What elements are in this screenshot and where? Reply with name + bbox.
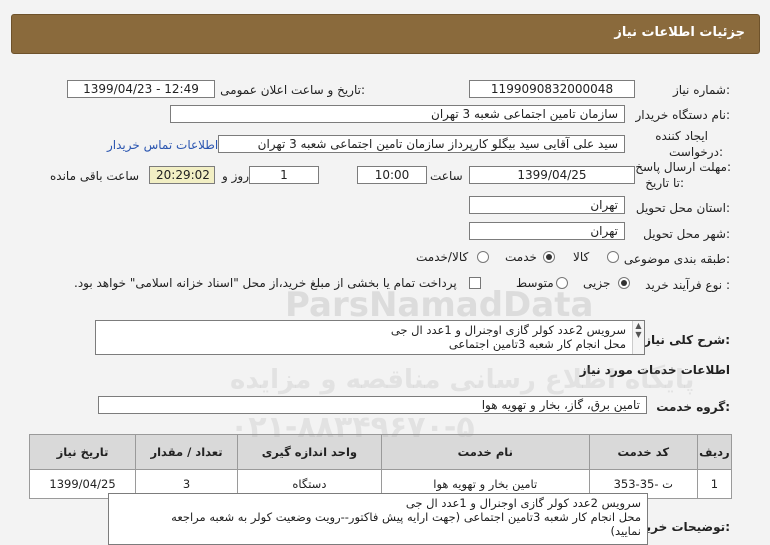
col-unit: واحد اندازه گیری [237, 434, 382, 470]
category-option-goods: کالا [573, 250, 590, 264]
summary-label: شرح کلی نیاز: [644, 333, 730, 347]
scroll-down-icon[interactable]: ▼ [633, 330, 644, 339]
process-option-medium: متوسط [516, 276, 554, 290]
cell-row-number: 1 [696, 469, 733, 499]
announce-date-field[interactable]: 1399/04/23 - 12:49 [67, 80, 215, 98]
deadline-label-line1: مهلت ارسال پاسخ: [635, 160, 731, 174]
process-radio-medium[interactable] [556, 277, 568, 289]
time-remaining-field: 20:29:02 [149, 166, 215, 184]
buyer-notes-line: نمایید) [610, 524, 641, 538]
scroll-up-icon[interactable]: ▲ [633, 321, 644, 330]
service-group-field[interactable]: تامین برق، گاز، بخار و تهویه هوا [98, 396, 647, 414]
summary-line: سرویس 2عدد کولر گازی اوجنرال و 1عدد ال ج… [390, 323, 626, 337]
process-option-minor: جزیی [583, 276, 611, 290]
category-label: طبقه بندی موضوعی: [623, 252, 730, 266]
treasury-payment-note: پرداخت تمام یا بخشی از مبلغ خرید،از محل … [74, 276, 457, 290]
treasury-payment-checkbox[interactable] [469, 277, 481, 289]
deadline-time-field[interactable]: 10:00 [357, 166, 427, 184]
buyer-notes-line: سرویس 2عدد کولر گازی اوجنرال و 1عدد ال ج… [405, 496, 641, 510]
need-number-label: شماره نیاز: [672, 83, 730, 97]
creator-label-line2: درخواست: [669, 145, 723, 159]
process-radio-minor[interactable] [618, 277, 630, 289]
buyer-notes-line: محل انجام کار شعبه 3تامین اجتماعی (جهت ا… [171, 510, 641, 524]
col-service-code: کد خدمت [588, 434, 698, 470]
province-field[interactable]: تهران [469, 196, 625, 214]
process-type-label: نوع فرآیند خرید : [645, 278, 730, 292]
col-need-date: تاریخ نیاز [28, 434, 137, 470]
summary-textarea[interactable]: سرویس 2عدد کولر گازی اوجنرال و 1عدد ال ج… [95, 320, 645, 355]
city-label: شهر محل تحویل: [643, 227, 730, 241]
category-option-service: خدمت [505, 250, 537, 264]
need-number-field[interactable]: 1199090832000048 [469, 80, 635, 98]
table-header-row: ردیف کد خدمت نام خدمت واحد اندازه گیری ت… [28, 434, 733, 470]
category-option-goods-service: کالا/خدمت [416, 250, 469, 264]
col-service-name: نام خدمت [380, 434, 590, 470]
col-row-number: ردیف [696, 434, 733, 470]
creator-field[interactable]: سید علی آقایی سید بیگلو کارپرداز سازمان … [218, 135, 625, 153]
deadline-label-line2: تا تاریخ: [645, 176, 684, 190]
province-label: استان محل تحویل: [635, 201, 730, 215]
days-label: روز و [222, 169, 249, 183]
deadline-date-field[interactable]: 1399/04/25 [469, 166, 635, 184]
creator-label-line1: ایجاد کننده [655, 129, 708, 143]
buyer-label: نام دستگاه خریدار: [635, 108, 731, 122]
announce-date-label: تاریخ و ساعت اعلان عمومی: [220, 83, 365, 97]
deadline-time-label: ساعت [430, 169, 463, 183]
category-radio-goods[interactable] [607, 251, 619, 263]
service-group-label: گروه خدمت: [656, 400, 730, 414]
summary-line: محل انجام کار شعبه 3تامین اجتماعی [448, 337, 626, 351]
time-remaining-label: ساعت باقی مانده [50, 169, 140, 183]
summary-scrollbar[interactable]: ▲ ▼ [632, 321, 644, 354]
page-title: جزئیات اطلاعات نیاز [614, 25, 745, 40]
category-radio-service[interactable] [543, 251, 555, 263]
page-header: جزئیات اطلاعات نیاز [11, 14, 760, 54]
watermark-brand: ParsNamadData [285, 285, 594, 325]
buyer-notes-textarea[interactable]: سرویس 2عدد کولر گازی اوجنرال و 1عدد ال ج… [108, 493, 648, 545]
city-field[interactable]: تهران [469, 222, 625, 240]
buyer-contact-link[interactable]: اطلاعات تماس خریدار [107, 138, 218, 152]
days-remaining-field[interactable]: 1 [249, 166, 319, 184]
buyer-field[interactable]: سازمان تامین اجتماعی شعبه 3 تهران [170, 105, 625, 123]
services-section-title: اطلاعات خدمات مورد نیاز [579, 363, 730, 377]
services-table: ردیف کد خدمت نام خدمت واحد اندازه گیری ت… [28, 434, 733, 499]
col-quantity: تعداد / مقدار [135, 434, 239, 470]
category-radio-goods-service[interactable] [477, 251, 489, 263]
